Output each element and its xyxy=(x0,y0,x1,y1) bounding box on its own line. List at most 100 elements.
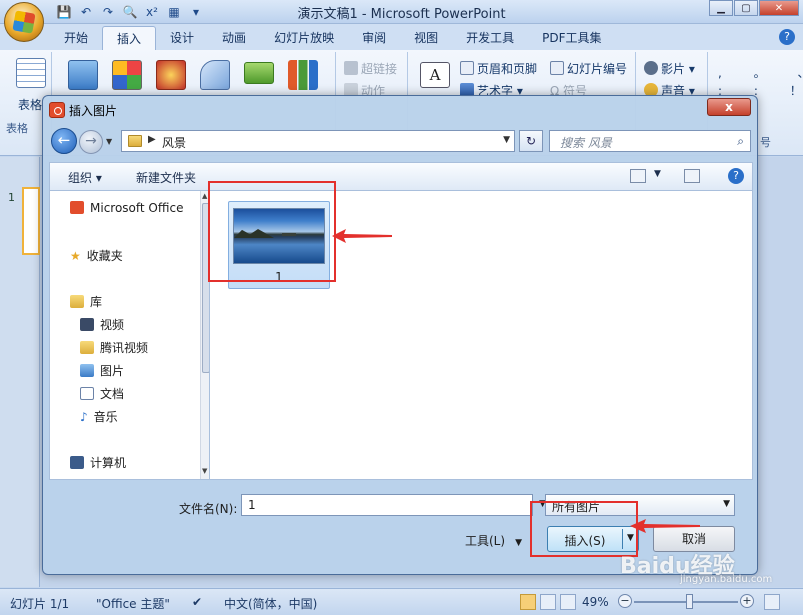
tab-0[interactable]: 开始 xyxy=(50,26,102,50)
movie-icon xyxy=(644,61,658,75)
slide-thumb-number: 1 xyxy=(8,191,15,204)
slide-number-icon xyxy=(550,61,564,75)
slide-thumbnail[interactable] xyxy=(22,187,40,255)
address-bar[interactable]: ▶ 风景 ▼ xyxy=(121,130,515,152)
hyperlink-button[interactable]: 超链接 xyxy=(344,60,397,77)
dialog-close-button[interactable]: x xyxy=(707,98,751,116)
nav-item-libraries[interactable]: 库 xyxy=(70,293,102,310)
filename-value: 1 xyxy=(248,498,256,512)
table-button-label[interactable]: 表格 xyxy=(18,96,42,113)
hyperlink-label: 超链接 xyxy=(361,62,398,76)
computer-icon xyxy=(70,456,84,469)
help-icon[interactable]: ? xyxy=(779,29,795,45)
scroll-up-icon[interactable]: ▲ xyxy=(202,192,207,200)
view-mode-dropdown-icon[interactable]: ▼ xyxy=(654,169,661,179)
zoom-level[interactable]: 49% xyxy=(582,595,609,609)
filename-input[interactable]: 1 ▼ xyxy=(241,494,546,516)
zoom-slider-thumb[interactable] xyxy=(686,594,693,609)
nav-item-favorites[interactable]: ★ 收藏夹 xyxy=(70,247,123,264)
chart-icon[interactable] xyxy=(288,60,318,90)
tools-button[interactable]: 工具(L) ▼ xyxy=(465,532,522,549)
nav-item-tencent-video[interactable]: 腾讯视频 xyxy=(80,339,148,356)
address-dropdown-icon[interactable]: ▼ xyxy=(503,135,510,145)
tab-2[interactable]: 设计 xyxy=(156,26,208,50)
office-logo-icon xyxy=(12,10,36,34)
tab-3[interactable]: 动画 xyxy=(208,26,260,50)
nav-label: 图片 xyxy=(100,364,125,378)
filename-label: 文件名(N): xyxy=(179,502,238,516)
smartart-icon[interactable] xyxy=(244,62,274,84)
tab-8[interactable]: PDF工具集 xyxy=(528,26,615,50)
history-dropdown-icon[interactable]: ▼ xyxy=(106,137,112,146)
spellcheck-icon[interactable]: ✔ xyxy=(192,595,202,609)
navigation-row: ← → ▼ ▶ 风景 ▼ ↻ 搜索 风景 ⌕ xyxy=(49,128,753,156)
view-mode-icon[interactable] xyxy=(630,169,646,183)
nav-label: Microsoft Office xyxy=(90,201,184,215)
picture-icon[interactable] xyxy=(68,60,98,90)
search-icon[interactable]: ⌕ xyxy=(737,134,744,149)
movie-button[interactable]: 影片 ▾ xyxy=(644,60,695,77)
status-bar: 幻灯片 1/1 "Office 主题" ✔ 中文(简体，中国) 49% − + xyxy=(0,588,803,615)
zoom-out-button[interactable]: − xyxy=(618,594,632,608)
clipart-icon[interactable] xyxy=(112,60,142,90)
normal-view-button[interactable] xyxy=(520,594,536,610)
watermark-sub: jingyan.baidu.com xyxy=(680,574,773,585)
maximize-button[interactable]: ▢ xyxy=(734,0,758,16)
breadcrumb-item[interactable]: 风景 xyxy=(162,134,186,151)
window-controls: ▁ ▢ ✕ xyxy=(708,0,799,16)
library-icon xyxy=(70,295,84,308)
insert-picture-dialog: 插入图片 x ← → ▼ ▶ 风景 ▼ ↻ 搜索 风景 ⌕ 组织 ▾ 新建文件夹… xyxy=(42,95,758,575)
refresh-icon[interactable]: ↻ xyxy=(519,130,543,152)
close-window-button[interactable]: ✕ xyxy=(759,0,799,16)
file-type-dropdown-icon: ▼ xyxy=(723,499,730,509)
tab-6[interactable]: 视图 xyxy=(400,26,452,50)
nav-item-music[interactable]: ♪ 音乐 xyxy=(80,408,118,425)
nav-item-pictures[interactable]: 图片 xyxy=(80,362,124,379)
preview-pane-icon[interactable] xyxy=(684,169,700,183)
fit-window-button[interactable] xyxy=(764,594,780,610)
organize-button[interactable]: 组织 ▾ xyxy=(68,169,102,186)
tab-4[interactable]: 幻灯片放映 xyxy=(260,26,348,50)
slide-number-label: 幻灯片编号 xyxy=(567,62,628,76)
shapes-icon[interactable] xyxy=(200,60,230,90)
zoom-in-button[interactable]: + xyxy=(740,594,754,608)
back-arrow-icon[interactable]: ← xyxy=(51,128,77,154)
photo-album-icon[interactable] xyxy=(156,60,186,90)
new-folder-button[interactable]: 新建文件夹 xyxy=(136,169,196,186)
hyperlink-icon xyxy=(344,61,358,75)
nav-item-microsoft-office[interactable]: Microsoft Office xyxy=(70,201,183,215)
nav-item-documents[interactable]: 文档 xyxy=(80,385,124,402)
tab-1[interactable]: 插入 xyxy=(102,26,157,50)
language[interactable]: 中文(简体，中国) xyxy=(224,595,317,612)
annotation-arrow-icon xyxy=(332,229,392,243)
breadcrumb-chevron-icon[interactable]: ▶ xyxy=(148,134,156,145)
annotation-arrow-icon-2 xyxy=(630,519,700,533)
textbox-icon[interactable]: A xyxy=(420,62,450,88)
slideshow-button[interactable] xyxy=(560,594,576,610)
dialog-help-icon[interactable]: ? xyxy=(728,168,744,184)
table-icon[interactable] xyxy=(16,58,46,88)
powerpoint-icon xyxy=(49,102,65,118)
scroll-down-icon[interactable]: ▼ xyxy=(202,467,207,475)
header-footer-label: 页眉和页脚 xyxy=(477,62,538,76)
slide-counter: 幻灯片 1/1 xyxy=(10,597,70,611)
search-box[interactable]: 搜索 风景 ⌕ xyxy=(549,130,751,152)
nav-item-computer[interactable]: 计算机 xyxy=(70,454,126,471)
theme-name[interactable]: "Office 主题" xyxy=(96,595,170,612)
special-group-label: 号 xyxy=(760,136,771,149)
nav-label: 文档 xyxy=(100,387,125,401)
minimize-button[interactable]: ▁ xyxy=(709,0,733,16)
forward-arrow-icon[interactable]: → xyxy=(79,130,103,154)
header-footer-button[interactable]: 页眉和页脚 xyxy=(460,60,537,77)
dialog-title: 插入图片 xyxy=(69,104,118,118)
slide-sorter-button[interactable] xyxy=(540,594,556,610)
tab-5[interactable]: 审阅 xyxy=(348,26,400,50)
search-input[interactable]: 搜索 风景 xyxy=(560,134,612,151)
nav-label: 腾讯视频 xyxy=(100,341,149,355)
tab-7[interactable]: 开发工具 xyxy=(452,26,528,50)
office-button[interactable] xyxy=(4,2,44,42)
slide-number-button[interactable]: 幻灯片编号 xyxy=(550,60,627,77)
nav-item-videos[interactable]: 视频 xyxy=(80,316,124,333)
star-icon: ★ xyxy=(70,249,81,263)
special-symbols[interactable]: , 。 、 xyxy=(718,64,803,81)
